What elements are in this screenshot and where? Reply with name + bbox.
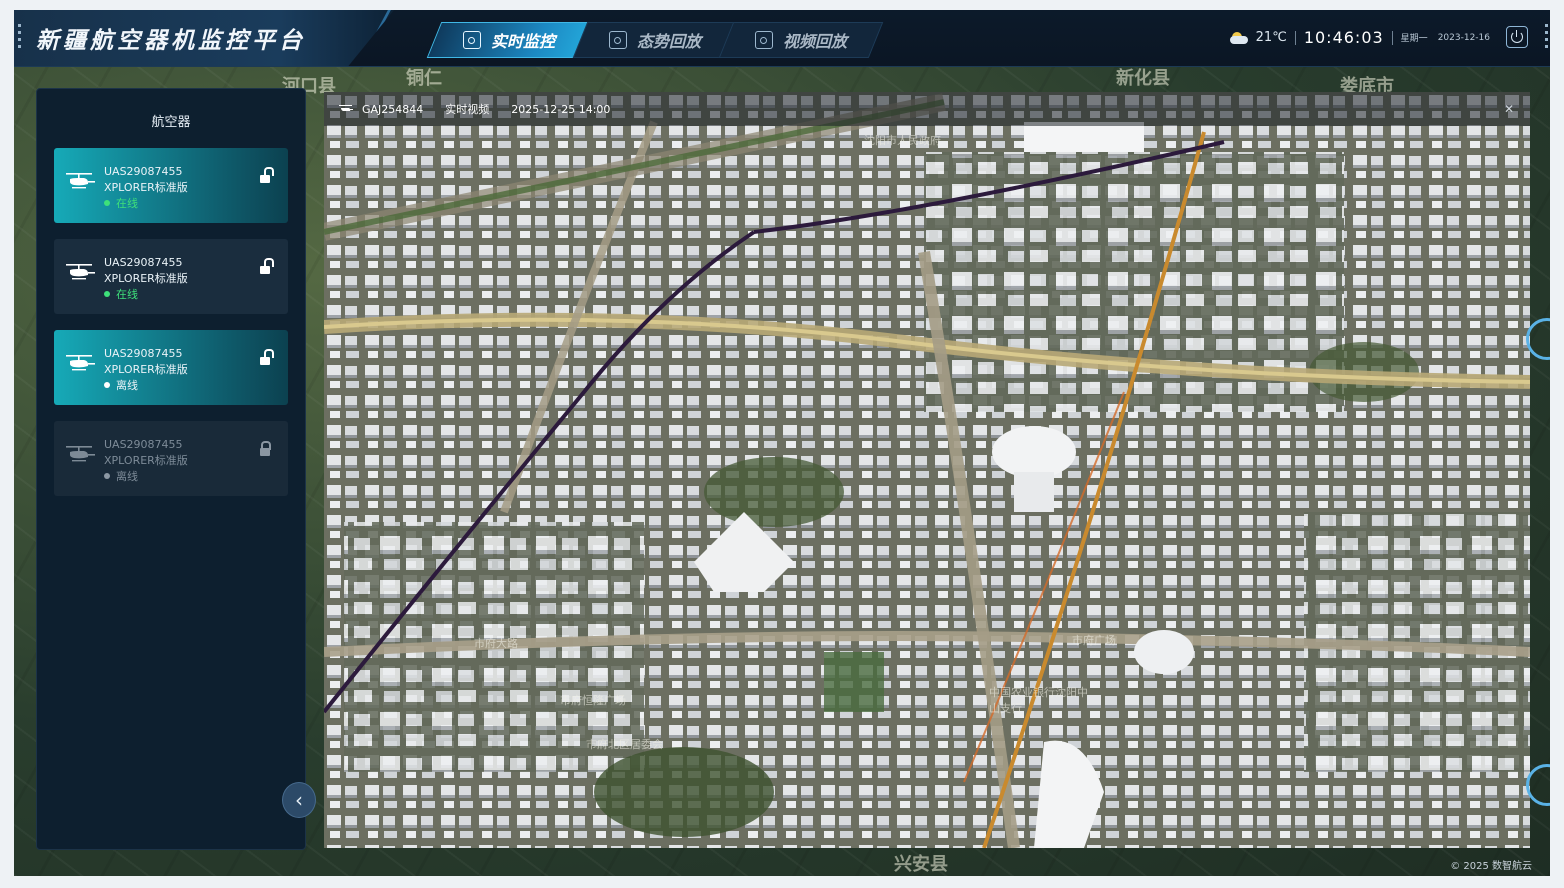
aircraft-id: UAS29087455 [104, 438, 183, 451]
helicopter-icon [66, 173, 95, 189]
weekday: 星期一 [1400, 34, 1428, 44]
tab-label: 视频回放 [782, 32, 847, 51]
helicopter-icon [339, 105, 353, 111]
close-icon[interactable]: ✕ [1504, 102, 1514, 116]
aircraft-id: UAS29087455 [104, 165, 183, 178]
status-text: 离线 [116, 470, 138, 483]
street-label: 市府大路 [474, 637, 518, 650]
temperature: 21℃ [1255, 30, 1287, 45]
power-icon[interactable] [1506, 26, 1528, 48]
lock-icon[interactable] [260, 441, 271, 456]
status-text: 在线 [116, 288, 138, 301]
aircraft-id: UAS29087455 [104, 256, 183, 269]
menu-handle-icon[interactable] [1545, 24, 1548, 50]
collapse-panel-button[interactable]: ‹ [282, 782, 316, 818]
live-video-window[interactable]: 市府大路 市府广场 中国农业银行沈阳中山支行 市府北区居委会 沈阳市人民政府 市… [324, 92, 1530, 848]
video-icon [754, 31, 773, 49]
poi-label: 中国农业银行沈阳中山支行 [989, 686, 1088, 715]
video-header: GAJ254844 实时视频 2025-12-25 14:00 [324, 92, 1530, 126]
main-tabs: 实时监控 态势回放 视频回放 [426, 22, 884, 58]
map-label: 新化县 [1116, 68, 1170, 89]
map-label: 兴安县 [894, 854, 948, 875]
video-aircraft-id: GAJ254844 [362, 102, 424, 116]
poi-label: 市府恒隆广场 [560, 694, 626, 707]
aircraft-card[interactable]: UAS29087455 XPLORER标准版 在线 [54, 239, 288, 314]
poi-label: 市府北区居委会 [586, 738, 663, 751]
aircraft-card[interactable]: UAS29087455 XPLORER标准版 在线 [54, 148, 288, 223]
helicopter-icon [66, 446, 95, 462]
status-dot [104, 382, 110, 388]
tab-label: 态势回放 [636, 32, 701, 51]
helicopter-icon [66, 264, 95, 280]
location-icon [608, 31, 627, 49]
tab-realtime-monitor[interactable]: 实时监控 [426, 22, 592, 58]
status-text: 在线 [116, 197, 138, 210]
aircraft-model: XPLORER标准版 [104, 272, 188, 285]
status-dot [104, 200, 110, 206]
chevron-left-icon: ‹ [295, 788, 303, 812]
location-icon [462, 31, 481, 49]
poi-label: 沈阳市人民政府 [864, 134, 941, 147]
helicopter-icon [66, 355, 95, 371]
status-dot [104, 473, 110, 479]
app-title: 新疆航空器机监控平台 [36, 28, 306, 54]
clock: 10:46:03 [1303, 28, 1384, 47]
drag-handle-icon[interactable] [18, 24, 21, 50]
status-text: 离线 [116, 379, 138, 392]
partly-cloudy-icon [1229, 31, 1250, 44]
status-area: 21℃ 10:46:03 星期一 2023-12-16 [1229, 28, 1490, 47]
unlock-icon[interactable] [260, 167, 274, 183]
date: 2023-12-16 [1437, 32, 1490, 43]
status-dot [104, 291, 110, 297]
tab-video-playback[interactable]: 视频回放 [718, 22, 884, 58]
panel-title: 航空器 [151, 115, 191, 130]
unlock-icon[interactable] [260, 349, 274, 365]
tab-situation-playback[interactable]: 态势回放 [572, 22, 738, 58]
aircraft-panel: 航空器 UAS29087455 XPLORER标准版 在线 UAS2908745… [36, 88, 306, 850]
aircraft-model: XPLORER标准版 [104, 181, 188, 194]
copyright: © 2025 数智航云 [1450, 861, 1532, 872]
tab-label: 实时监控 [490, 32, 555, 51]
unlock-icon[interactable] [260, 258, 274, 274]
aircraft-card[interactable]: UAS29087455 XPLORER标准版 离线 [54, 330, 288, 405]
video-timestamp: 2025-12-25 14:00 [511, 102, 611, 116]
map-background[interactable]: 河口县 铜仁 新化县 娄底市 兴安县 新疆航空器机监控平台 实时监控 态势回放 … [14, 10, 1550, 876]
street-label: 市府广场 [1072, 634, 1116, 647]
aircraft-model: XPLORER标准版 [104, 363, 188, 376]
map-label: 铜仁 [406, 68, 442, 89]
aircraft-card[interactable]: UAS29087455 XPLORER标准版 离线 [54, 421, 288, 496]
aerial-city-view [324, 92, 1530, 848]
aircraft-model: XPLORER标准版 [104, 454, 188, 467]
top-bar: 新疆航空器机监控平台 实时监控 态势回放 视频回放 21℃ 10:46:03 星… [14, 10, 1550, 67]
aircraft-id: UAS29087455 [104, 347, 183, 360]
video-mode: 实时视频 [445, 103, 490, 116]
